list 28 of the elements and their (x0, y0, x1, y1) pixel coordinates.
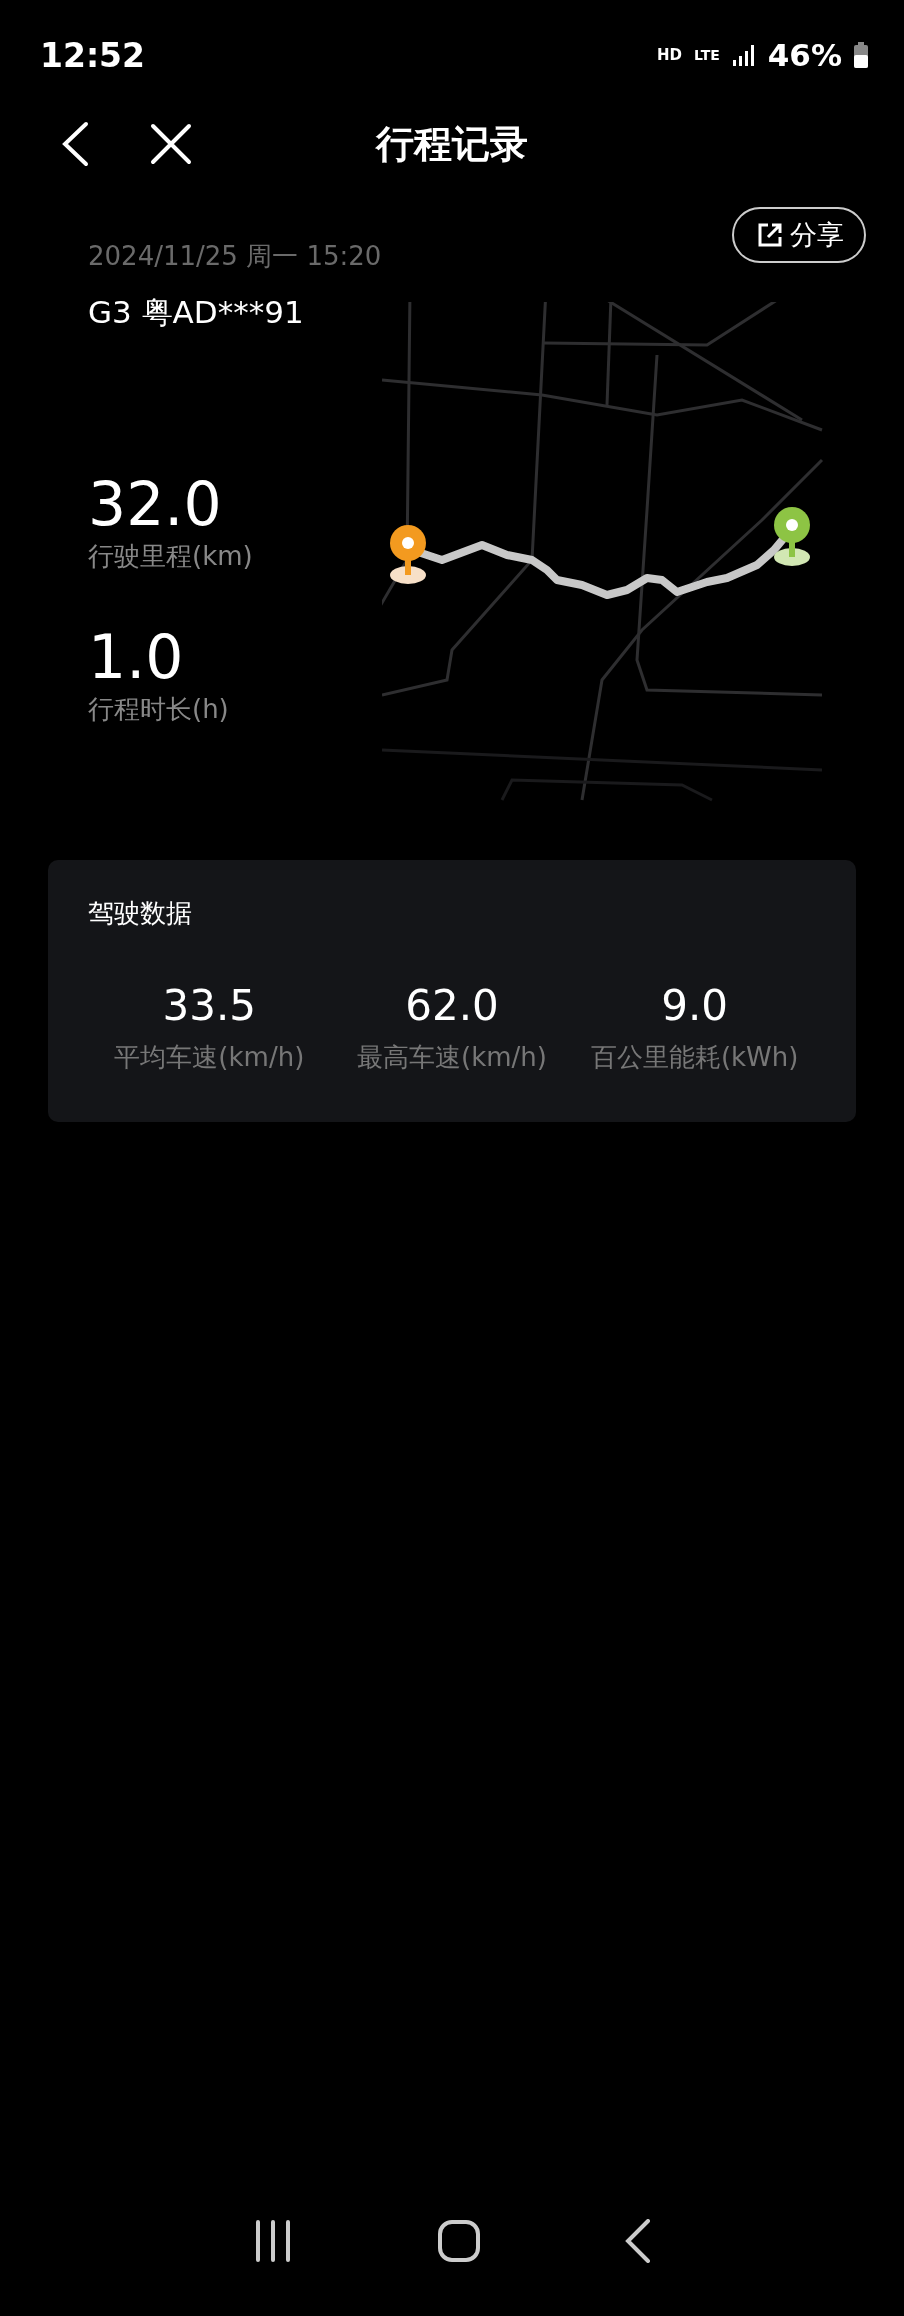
battery-icon (854, 42, 868, 68)
stat-value: 1.0 (88, 622, 185, 692)
vehicle-plate: G3 粤AD***91 (88, 293, 305, 332)
stat-value: 32.0 (88, 469, 223, 539)
lte-indicator: LTE (694, 47, 720, 63)
network-indicator: HD (657, 46, 683, 64)
signal-icon (731, 44, 756, 66)
status-time: 12:52 (40, 35, 146, 75)
start-pin-icon (388, 525, 428, 585)
back-button[interactable] (60, 121, 90, 167)
close-button[interactable] (150, 123, 192, 165)
stat-label: 行驶里程(km) (88, 540, 254, 573)
page-title: 行程记录 (376, 120, 528, 168)
home-icon[interactable] (438, 2220, 480, 2262)
metric-label: 最高车速(km/h) (357, 1041, 547, 1074)
metric-label: 平均车速(km/h) (114, 1041, 305, 1074)
back-icon[interactable] (625, 2219, 652, 2263)
share-button[interactable]: 分享 (732, 207, 866, 263)
end-pin-icon (772, 507, 812, 567)
card-title: 驾驶数据 (88, 897, 192, 930)
metric-label: 百公里能耗(kWh) (590, 1041, 799, 1074)
metric-value: 62.0 (405, 981, 499, 1030)
metric-value: 33.5 (162, 981, 257, 1030)
trip-datetime: 2024/11/25 周一 15:20 (88, 240, 383, 273)
metric-value: 9.0 (661, 981, 729, 1030)
battery-percent: 46% (767, 37, 842, 73)
share-icon (756, 221, 784, 249)
stat-label: 行程时长(h) (88, 693, 230, 726)
